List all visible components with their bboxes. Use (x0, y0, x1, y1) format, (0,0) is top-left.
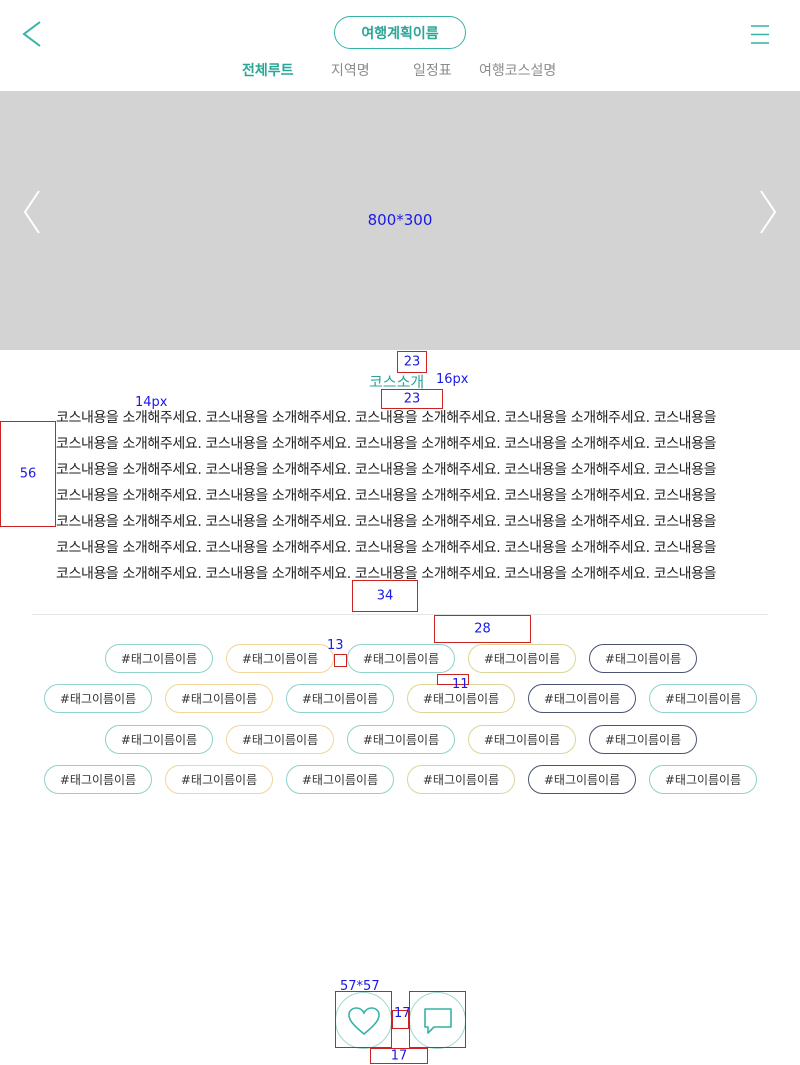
tag-chip[interactable]: #태그이름이름 (589, 644, 697, 673)
course-description: 코스내용을 소개해주세요. 코스내용을 소개해주세요. 코스내용을 소개해주세요… (56, 405, 756, 587)
annotation-label: 56 (19, 466, 37, 482)
tag-chip[interactable]: #태그이름이름 (286, 684, 394, 713)
annotation-box (409, 991, 466, 1048)
tab-schedule[interactable]: 일정표 (413, 60, 452, 80)
tag-chip[interactable]: #태그이름이름 (649, 765, 757, 794)
annotation-box: 23 (397, 351, 427, 373)
annotation-box (334, 654, 347, 667)
tag-chip[interactable]: #태그이름이름 (347, 725, 455, 754)
tab-bar: 전체루트 지역명 일정표 여행코스설명 (0, 60, 800, 82)
tag-chip[interactable]: #태그이름이름 (286, 765, 394, 794)
tag-chip[interactable]: #태그이름이름 (649, 684, 757, 713)
annotation-label: 16px (436, 372, 469, 387)
annotation-label: 14px (135, 395, 168, 410)
menu-button[interactable] (750, 24, 770, 46)
annotation-box: 23 (381, 389, 443, 409)
annotation-label: 11 (452, 677, 469, 692)
hamburger-icon (751, 25, 769, 44)
chevron-right-icon (760, 190, 777, 234)
annotation-box: 17 (370, 1048, 428, 1064)
tag-chip[interactable]: #태그이름이름 (165, 765, 273, 794)
tag-chip[interactable]: #태그이름이름 (105, 644, 213, 673)
tag-chip[interactable]: #태그이름이름 (44, 765, 152, 794)
section-divider (32, 614, 768, 615)
annotation-label: 17 (390, 1048, 408, 1064)
tag-chip[interactable]: #태그이름이름 (589, 725, 697, 754)
banner-size-label: 800*300 (367, 211, 433, 229)
annotation-label: 23 (403, 391, 421, 407)
annotation-box: 56 (0, 421, 56, 527)
course-line: 코스내용을 소개해주세요. 코스내용을 소개해주세요. 코스내용을 소개해주세요… (56, 514, 717, 530)
course-line: 코스내용을 소개해주세요. 코스내용을 소개해주세요. 코스내용을 소개해주세요… (56, 540, 717, 556)
annotation-box (335, 991, 392, 1048)
tag-chip[interactable]: #태그이름이름 (226, 644, 334, 673)
tag-chip[interactable]: #태그이름이름 (105, 725, 213, 754)
tag-chip[interactable]: #태그이름이름 (165, 684, 273, 713)
trip-plan-title[interactable]: 여행계획이름 (334, 16, 466, 49)
tab-course-description[interactable]: 여행코스설명 (479, 60, 556, 80)
tag-chip[interactable]: #태그이름이름 (468, 644, 576, 673)
tag-chip[interactable]: #태그이름이름 (407, 765, 515, 794)
tag-chip[interactable]: #태그이름이름 (528, 684, 636, 713)
tag-chip[interactable]: #태그이름이름 (226, 725, 334, 754)
tab-region[interactable]: 지역명 (331, 60, 370, 80)
annotation-label: 17 (394, 1006, 411, 1021)
back-button[interactable] (18, 18, 48, 50)
chevron-left-icon (22, 21, 41, 47)
tag-chip[interactable]: #태그이름이름 (347, 644, 455, 673)
annotation-label: 28 (474, 621, 491, 637)
annotation-label: 34 (376, 588, 394, 604)
tag-chip[interactable]: #태그이름이름 (468, 725, 576, 754)
course-line: 코스내용을 소개해주세요. 코스내용을 소개해주세요. 코스내용을 소개해주세요… (56, 462, 717, 478)
tab-full-route[interactable]: 전체루트 (242, 60, 294, 80)
tag-chip[interactable]: #태그이름이름 (528, 765, 636, 794)
annotation-box: 34 (352, 580, 418, 612)
banner-carousel[interactable]: 800*300 (0, 91, 800, 350)
tag-chip[interactable]: #태그이름이름 (44, 684, 152, 713)
annotation-box: 28 (434, 615, 531, 643)
banner-next-button[interactable] (758, 189, 778, 235)
annotation-label: 13 (327, 638, 344, 653)
course-line: 코스내용을 소개해주세요. 코스내용을 소개해주세요. 코스내용을 소개해주세요… (56, 488, 717, 504)
course-line: 코스내용을 소개해주세요. 코스내용을 소개해주세요. 코스내용을 소개해주세요… (56, 436, 717, 452)
annotation-label: 23 (403, 354, 421, 370)
